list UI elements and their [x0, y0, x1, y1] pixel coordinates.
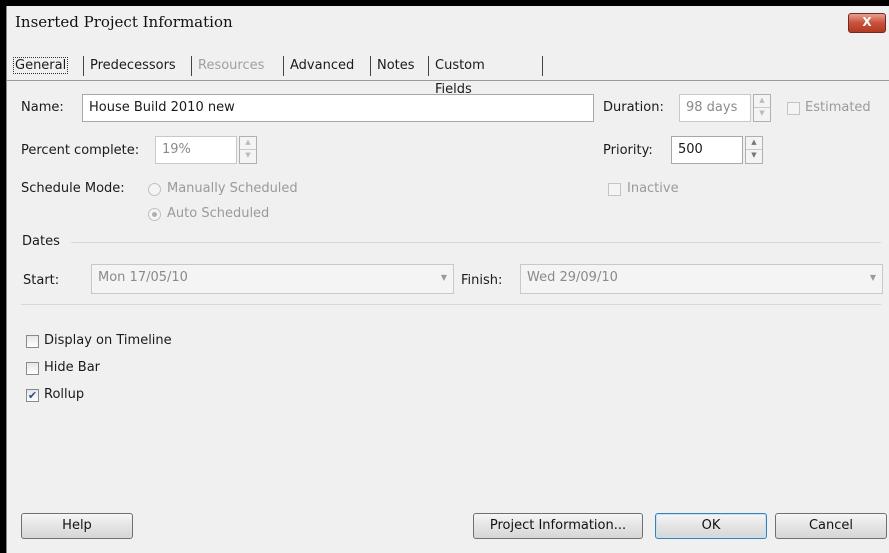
- percent-complete-field[interactable]: 19%: [155, 136, 237, 164]
- inserted-project-info-dialog: Inserted Project Information X General P…: [6, 6, 889, 553]
- manually-scheduled-label: Manually Scheduled: [167, 181, 298, 196]
- estimated-label: Estimated: [805, 100, 871, 115]
- ok-button[interactable]: OK: [655, 513, 767, 539]
- inactive-checkbox[interactable]: [608, 183, 621, 196]
- estimated-checkbox[interactable]: [787, 102, 800, 115]
- spin-down-icon[interactable]: ▼: [746, 150, 762, 163]
- close-icon[interactable]: X: [848, 13, 886, 33]
- tab-separator: [283, 56, 284, 76]
- duration-field[interactable]: 98 days: [679, 94, 751, 122]
- tab-notes[interactable]: Notes: [375, 54, 417, 78]
- percent-spinner[interactable]: ▲ ▼: [239, 136, 257, 164]
- help-button[interactable]: Help: [21, 513, 133, 539]
- title-bar[interactable]: Inserted Project Information X: [7, 6, 889, 38]
- tab-resources: Resources: [198, 58, 265, 73]
- dates-section-label: Dates: [22, 234, 60, 249]
- percent-complete-label: Percent complete:: [21, 143, 140, 158]
- start-date-combo[interactable]: Mon 17/05/10 ▼: [91, 264, 454, 294]
- tab-separator: [191, 56, 192, 76]
- tab-separator: [370, 56, 371, 76]
- dates-separator: [71, 242, 881, 243]
- auto-scheduled-radio[interactable]: [148, 208, 161, 221]
- spin-down-icon[interactable]: ▼: [240, 150, 256, 163]
- manually-scheduled-radio[interactable]: [148, 183, 161, 196]
- finish-date-value: Wed 29/09/10: [527, 270, 618, 285]
- chevron-down-icon[interactable]: ▼: [870, 265, 876, 291]
- schedule-mode-label: Schedule Mode:: [21, 181, 125, 196]
- duration-label: Duration:: [603, 100, 664, 115]
- inactive-label: Inactive: [627, 181, 679, 196]
- cancel-button[interactable]: Cancel: [775, 513, 887, 539]
- spin-down-icon[interactable]: ▼: [754, 108, 770, 121]
- start-date-value: Mon 17/05/10: [98, 270, 188, 285]
- finish-date-combo[interactable]: Wed 29/09/10 ▼: [520, 264, 883, 294]
- hide-bar-label: Hide Bar: [44, 360, 100, 375]
- priority-label: Priority:: [603, 143, 653, 158]
- tab-general[interactable]: General: [11, 54, 70, 78]
- tab-advanced[interactable]: Advanced: [288, 54, 356, 78]
- tab-separator: [83, 56, 84, 76]
- auto-scheduled-label: Auto Scheduled: [167, 206, 270, 221]
- duration-spinner[interactable]: ▲ ▼: [753, 94, 771, 122]
- tab-underline: [7, 80, 889, 81]
- priority-field[interactable]: 500: [671, 136, 743, 164]
- project-information-button[interactable]: Project Information...: [473, 513, 643, 539]
- display-on-timeline-checkbox[interactable]: [26, 335, 39, 348]
- spin-up-icon[interactable]: ▲: [746, 137, 762, 150]
- dialog-title: Inserted Project Information: [15, 13, 233, 31]
- name-label: Name:: [21, 100, 64, 115]
- tab-separator: [428, 56, 429, 76]
- display-on-timeline-label: Display on Timeline: [44, 333, 172, 348]
- finish-label: Finish:: [461, 273, 503, 288]
- name-field[interactable]: House Build 2010 new: [82, 94, 594, 122]
- spin-up-icon[interactable]: ▲: [754, 95, 770, 108]
- spin-up-icon[interactable]: ▲: [240, 137, 256, 150]
- chevron-down-icon[interactable]: ▼: [441, 265, 447, 291]
- rollup-label: Rollup: [44, 387, 85, 402]
- tab-separator: [542, 56, 543, 76]
- hide-bar-checkbox[interactable]: [26, 362, 39, 375]
- tab-custom-fields[interactable]: Custom Fields: [433, 54, 487, 97]
- priority-spinner[interactable]: ▲ ▼: [745, 136, 763, 164]
- start-label: Start:: [23, 273, 60, 288]
- options-separator: [21, 304, 881, 305]
- tab-predecessors[interactable]: Predecessors: [88, 54, 178, 78]
- rollup-checkbox[interactable]: ✔: [26, 389, 39, 402]
